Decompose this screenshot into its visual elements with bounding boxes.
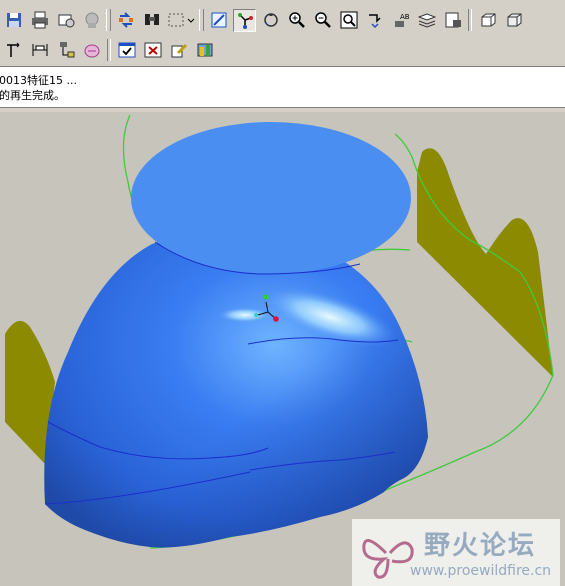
print-icon (31, 11, 48, 29)
send-mail-button[interactable] (54, 9, 77, 32)
email-button[interactable] (80, 9, 103, 32)
close-icon (144, 42, 161, 58)
analysis-icon (197, 43, 212, 57)
zoom-out-button[interactable] (311, 9, 334, 32)
view-manager-button[interactable] (363, 9, 386, 32)
saved-views-icon: AB (394, 13, 410, 27)
layers-button[interactable] (415, 9, 438, 32)
check-button[interactable] (115, 39, 138, 62)
model-setup-button[interactable] (441, 9, 464, 32)
message-area: 0013特征15 ... 的再生完成。 (0, 66, 565, 108)
email-icon (85, 12, 98, 28)
menu-bar (0, 0, 565, 4)
watermark-title: 野火论坛 (424, 531, 537, 561)
select-dropdown-button[interactable] (186, 9, 196, 32)
zoom-in-button[interactable] (285, 9, 308, 32)
main-toolbar: AB (0, 6, 565, 34)
dimension-button[interactable] (28, 39, 51, 62)
message-line: 0013特征15 ... (0, 74, 77, 87)
find-button[interactable] (140, 9, 163, 32)
check-icon (118, 42, 135, 58)
regenerate-button[interactable] (114, 9, 137, 32)
datum-plane-right[interactable] (417, 148, 553, 377)
saved-views-button[interactable]: AB (389, 9, 412, 32)
model-tree-icon (59, 42, 74, 58)
send-mail-icon (58, 14, 74, 28)
redraw-button[interactable] (207, 9, 230, 32)
specular-highlight (217, 307, 273, 323)
shading-button[interactable] (476, 9, 499, 32)
toolbar-separator (468, 9, 472, 31)
close-button[interactable] (141, 39, 164, 62)
shading-edges-button[interactable] (502, 9, 525, 32)
datum-axis-button[interactable] (2, 39, 25, 62)
secondary-toolbar (0, 36, 565, 64)
redraw-icon (211, 12, 226, 28)
dropdown-arrow-icon (187, 18, 195, 23)
refit-icon (340, 11, 357, 29)
watermark-url: www.proewildfire.cn (410, 563, 552, 579)
shading-icon (481, 13, 495, 27)
save-icon (6, 13, 21, 27)
layers-icon (417, 13, 436, 28)
analysis-button[interactable] (193, 39, 216, 62)
orient-mode-icon (263, 13, 278, 27)
shading-edges-icon (507, 13, 521, 27)
select-box-icon (168, 13, 184, 27)
top-face-ellipse[interactable] (131, 122, 411, 274)
view-manager-icon (368, 14, 381, 29)
print-button[interactable] (28, 9, 51, 32)
spin-center-icon (237, 13, 253, 29)
watermark: 野火论坛 www.proewildfire.cn (352, 519, 560, 586)
zoom-in-icon (288, 12, 305, 28)
toolbar-separator (107, 39, 111, 61)
graphics-viewport[interactable]: 野火论坛 www.proewildfire.cn (0, 112, 565, 586)
toolbar-grip (106, 9, 111, 31)
svg-text:AB: AB (400, 13, 410, 21)
select-box-button[interactable] (166, 9, 186, 32)
edit-button[interactable] (167, 39, 190, 62)
find-icon (144, 14, 159, 25)
datum-axis-icon (6, 42, 19, 57)
dimension-icon (32, 44, 47, 56)
regenerate-icon (118, 12, 133, 28)
appearance-button[interactable] (80, 39, 103, 62)
save-button[interactable] (2, 9, 25, 32)
zoom-out-icon (314, 12, 331, 28)
appearance-icon (84, 44, 99, 58)
message-line: 的再生完成。 (0, 89, 65, 102)
dome-shadow (44, 235, 428, 548)
model-setup-icon (445, 12, 461, 28)
toolbar-grip (199, 9, 204, 31)
refit-button[interactable] (337, 9, 360, 32)
edit-icon (171, 43, 187, 58)
orient-mode-button[interactable] (259, 9, 282, 32)
model-canvas (5, 114, 554, 549)
model-tree-button[interactable] (54, 39, 77, 62)
spin-center-button[interactable] (233, 8, 256, 32)
